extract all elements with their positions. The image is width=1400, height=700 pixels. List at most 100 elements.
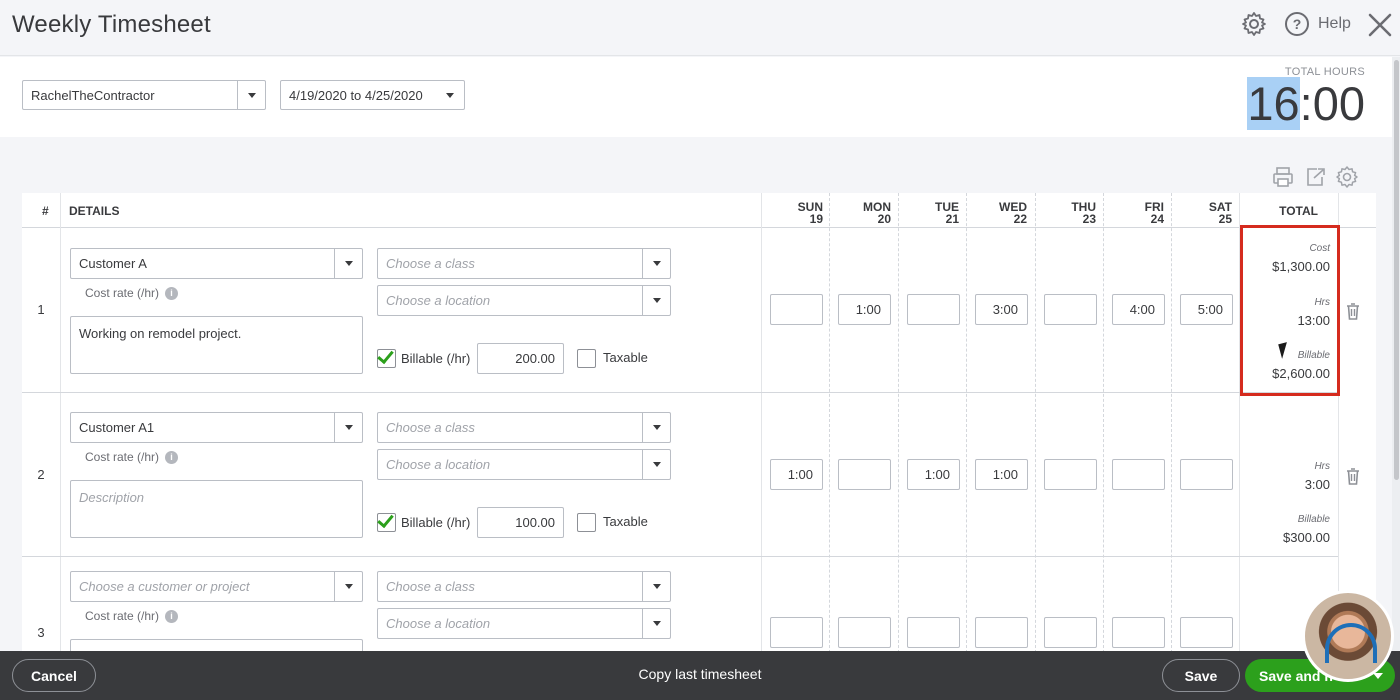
total-hours-minutes: :00 — [1299, 77, 1365, 130]
hours-input-thu[interactable] — [1044, 617, 1097, 648]
employee-select[interactable]: RachelTheContractor — [22, 80, 266, 110]
chevron-down-icon — [642, 286, 670, 315]
class-select[interactable]: Choose a class — [377, 571, 671, 602]
cost-rate-label: Cost rate (/hr) i — [85, 286, 179, 300]
cancel-button[interactable]: Cancel — [12, 659, 96, 692]
settings-gear-icon[interactable] — [1241, 11, 1267, 37]
location-placeholder: Choose a location — [386, 293, 491, 308]
col-sun-header: SUN 19 — [764, 201, 823, 225]
copy-last-timesheet-link[interactable]: Copy last timesheet — [600, 666, 800, 682]
customer-value: Customer A1 — [79, 420, 155, 435]
help-icon[interactable]: ? — [1284, 11, 1310, 37]
column-divider — [1171, 193, 1172, 653]
date-label: 22 — [1013, 212, 1027, 226]
chevron-down-icon — [334, 572, 362, 601]
hours-input-thu[interactable] — [1044, 459, 1097, 490]
employee-value: RachelTheContractor — [31, 87, 155, 103]
location-select[interactable]: Choose a location — [377, 608, 671, 639]
page-title: Weekly Timesheet — [12, 11, 211, 38]
chevron-down-icon[interactable] — [1373, 673, 1383, 679]
location-select[interactable]: Choose a location — [377, 449, 671, 480]
hours-input-tue[interactable]: 1:00 — [907, 459, 960, 490]
hours-input-sat[interactable] — [1180, 617, 1233, 648]
hours-input-sun[interactable] — [770, 294, 823, 325]
column-divider — [761, 193, 762, 653]
save-button[interactable]: Save — [1162, 659, 1240, 692]
taxable-checkbox[interactable] — [577, 349, 596, 368]
customer-value: Customer A — [79, 256, 147, 271]
column-divider — [1035, 193, 1036, 653]
hours-input-fri[interactable]: 4:00 — [1112, 294, 1165, 325]
hours-input-wed[interactable] — [975, 617, 1028, 648]
hours-input-fri[interactable] — [1112, 459, 1165, 490]
billable-sum-value: $300.00 — [1283, 530, 1330, 545]
class-select[interactable]: Choose a class — [377, 412, 671, 443]
hours-input-mon[interactable]: 1:00 — [838, 294, 891, 325]
info-icon[interactable]: i — [165, 286, 179, 300]
class-placeholder: Choose a class — [386, 256, 475, 271]
row-number: 2 — [37, 467, 45, 482]
date-range-select[interactable]: 4/19/2020 to 4/25/2020 — [280, 80, 465, 110]
hours-input-tue[interactable] — [907, 617, 960, 648]
customer-select[interactable]: Customer A1 — [70, 412, 363, 443]
chevron-down-icon — [642, 249, 670, 278]
billable-sum-label: Billable — [1297, 514, 1330, 525]
hours-input-fri[interactable] — [1112, 617, 1165, 648]
col-fri-header: FRI 24 — [1105, 201, 1164, 225]
table-header: # DETAILS SUN 19 MON 20 TUE 21 WED 22 THU 23 … — [22, 193, 1376, 228]
class-placeholder: Choose a class — [386, 579, 475, 594]
presenter-avatar — [1302, 590, 1394, 682]
col-sat-header: SAT 25 — [1173, 201, 1232, 225]
location-select[interactable]: Choose a location — [377, 285, 671, 316]
cost-rate-label: Cost rate (/hr) i — [85, 450, 179, 464]
customer-select[interactable]: Choose a customer or project — [70, 571, 363, 602]
hours-input-sat[interactable] — [1180, 459, 1233, 490]
column-divider — [829, 193, 830, 653]
description-field[interactable]: Working on remodel project. — [70, 316, 363, 374]
hours-input-thu[interactable] — [1044, 294, 1097, 325]
class-select[interactable]: Choose a class — [377, 248, 671, 279]
checkmark-icon — [377, 510, 394, 529]
billable-rate-input[interactable]: 200.00 — [477, 343, 564, 374]
billable-checkbox[interactable] — [377, 510, 396, 532]
close-icon[interactable] — [1366, 11, 1394, 39]
info-icon[interactable]: i — [165, 609, 179, 623]
timesheet-table: # DETAILS SUN 19 MON 20 TUE 21 WED 22 THU 23 … — [22, 193, 1376, 669]
billable-label: Billable (/hr) — [401, 515, 471, 530]
export-icon[interactable] — [1303, 165, 1327, 189]
col-thu-header: THU 23 — [1037, 201, 1096, 225]
cost-rate-text: Cost rate (/hr) — [85, 286, 160, 300]
row-number: 3 — [37, 625, 45, 640]
cost-rate-label: Cost rate (/hr) i — [85, 609, 179, 623]
col-total-header: TOTAL — [1279, 204, 1318, 218]
hours-input-sun[interactable]: 1:00 — [770, 459, 823, 490]
col-details-header: DETAILS — [69, 204, 120, 218]
headset-icon — [1325, 623, 1377, 663]
hours-input-sun[interactable] — [770, 617, 823, 648]
hours-input-sat[interactable]: 5:00 — [1180, 294, 1233, 325]
hours-input-mon[interactable] — [838, 617, 891, 648]
billable-rate-input[interactable]: 100.00 — [477, 507, 564, 538]
hours-input-wed[interactable]: 3:00 — [975, 294, 1028, 325]
date-range-value: 4/19/2020 to 4/25/2020 — [289, 87, 423, 103]
customer-select[interactable]: Customer A — [70, 248, 363, 279]
table-settings-gear-icon[interactable] — [1335, 165, 1359, 189]
hours-input-wed[interactable]: 1:00 — [975, 459, 1028, 490]
scrollbar-thumb[interactable] — [1394, 60, 1399, 480]
taxable-label: Taxable — [603, 514, 648, 529]
hours-input-tue[interactable] — [907, 294, 960, 325]
billable-checkbox[interactable] — [377, 346, 396, 368]
total-hours-hours: 16 — [1247, 77, 1300, 130]
trash-icon[interactable] — [1345, 302, 1361, 320]
chevron-down-icon — [642, 609, 670, 638]
print-icon[interactable] — [1271, 165, 1295, 189]
help-link[interactable]: Help — [1318, 15, 1351, 33]
column-divider — [966, 193, 967, 653]
trash-icon[interactable] — [1345, 467, 1361, 485]
column-divider — [60, 193, 61, 653]
hours-input-mon[interactable] — [838, 459, 891, 490]
info-icon[interactable]: i — [165, 450, 179, 464]
description-field[interactable]: Description — [70, 480, 363, 538]
hrs-value: 3:00 — [1304, 477, 1330, 492]
taxable-checkbox[interactable] — [577, 513, 596, 532]
